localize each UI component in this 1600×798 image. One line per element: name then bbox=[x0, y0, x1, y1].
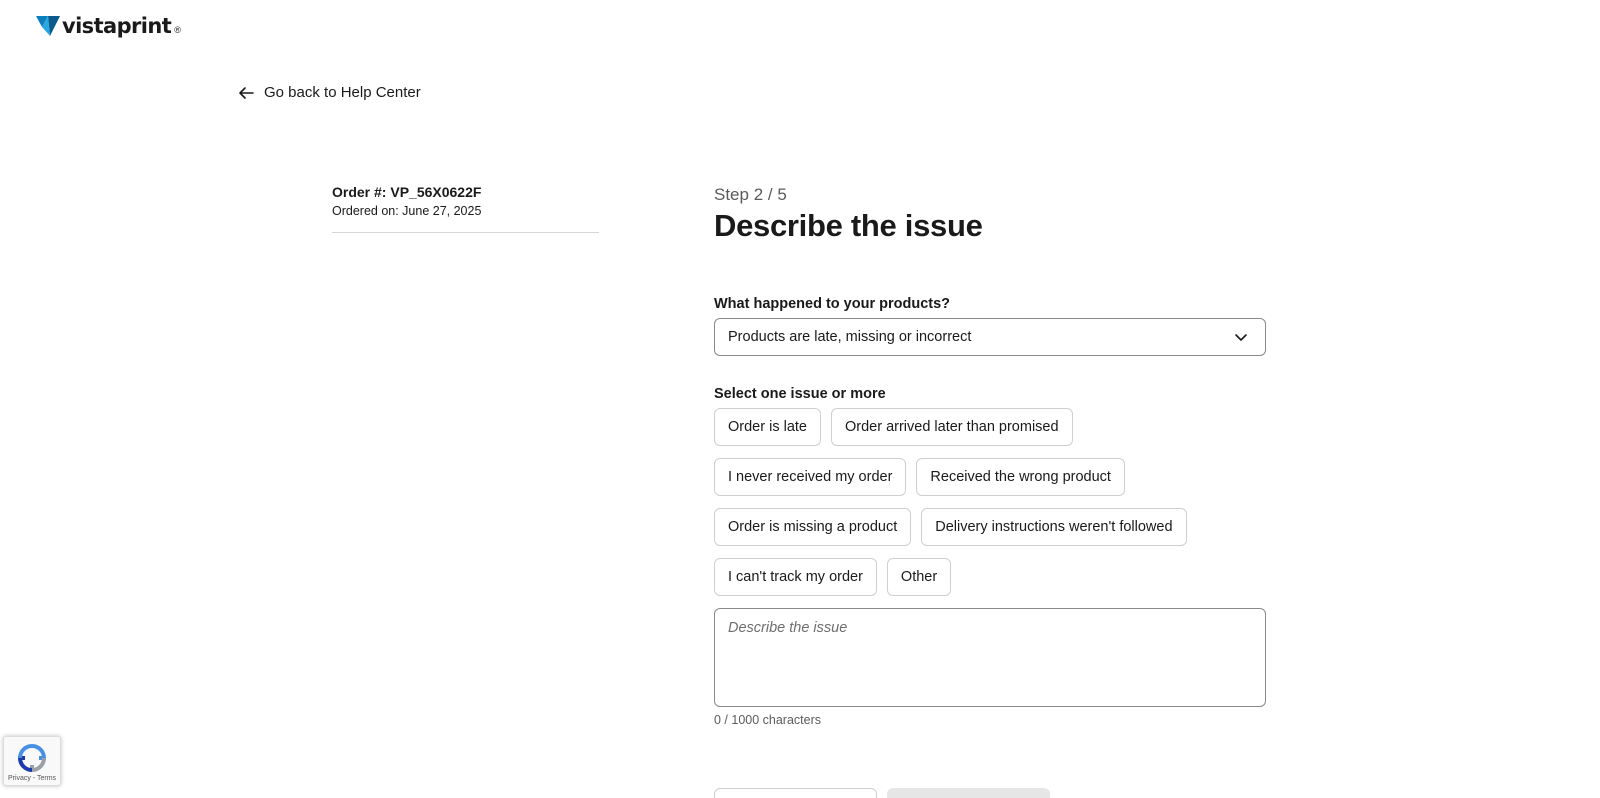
issues-label: Select one issue or more bbox=[714, 386, 886, 402]
products-issue-selected-value: Products are late, missing or incorrect bbox=[728, 329, 972, 345]
order-date: Ordered on: June 27, 2025 bbox=[332, 204, 482, 218]
recaptcha-privacy-terms[interactable]: Privacy - Terms bbox=[8, 775, 56, 782]
issue-description-textarea[interactable]: Describe the issue bbox=[714, 608, 1266, 707]
order-summary: Order #: VP_56X0622F Ordered on: June 27… bbox=[332, 184, 599, 233]
issue-chip-arrived-later[interactable]: Order arrived later than promised bbox=[830, 408, 1073, 446]
next-button[interactable] bbox=[887, 788, 1050, 798]
issue-chip-cant-track[interactable]: I can't track my order bbox=[714, 558, 877, 596]
issue-chip-other[interactable]: Other bbox=[886, 558, 952, 596]
issue-chip-missing-product[interactable]: Order is missing a product bbox=[714, 508, 912, 546]
page-title: Describe the issue bbox=[714, 208, 983, 243]
logo-text: vistaprint bbox=[62, 14, 172, 38]
form-actions bbox=[714, 788, 1050, 798]
recaptcha-icon bbox=[17, 744, 47, 773]
issue-chip-delivery-instructions[interactable]: Delivery instructions weren't followed bbox=[921, 508, 1187, 546]
back-to-help-center-link[interactable]: Go back to Help Center bbox=[238, 84, 421, 101]
character-count: 0 / 1000 characters bbox=[714, 713, 822, 727]
products-question-label: What happened to your products? bbox=[714, 296, 951, 312]
page: vistaprint ® Go back to Help Center Orde… bbox=[0, 0, 1600, 798]
arrow-left-icon bbox=[239, 86, 254, 99]
issue-chip-wrong-product[interactable]: Received the wrong product bbox=[916, 458, 1125, 496]
issue-chip-row: Order is missing a product Delivery inst… bbox=[714, 508, 1187, 546]
logo-registered-mark: ® bbox=[174, 25, 181, 35]
issue-chip-row: I never received my order Received the w… bbox=[714, 458, 1125, 496]
step-indicator: Step 2 / 5 bbox=[714, 185, 787, 204]
order-number: Order #: VP_56X0622F bbox=[332, 184, 482, 200]
back-link-label: Go back to Help Center bbox=[264, 84, 421, 101]
issue-description-placeholder: Describe the issue bbox=[728, 620, 848, 636]
issue-chip-never-received[interactable]: I never received my order bbox=[714, 458, 907, 496]
issue-chip-row: Order is late Order arrived later than p… bbox=[714, 408, 1073, 446]
back-button[interactable] bbox=[714, 788, 877, 798]
vistaprint-logo-icon bbox=[36, 16, 60, 36]
recaptcha-badge[interactable]: Privacy - Terms bbox=[3, 736, 61, 786]
issue-chip-row: I can't track my order Other bbox=[714, 558, 952, 596]
products-issue-select[interactable]: Products are late, missing or incorrect bbox=[714, 318, 1266, 356]
vistaprint-logo[interactable]: vistaprint ® bbox=[36, 12, 181, 40]
issue-chip-order-late[interactable]: Order is late bbox=[714, 408, 821, 446]
issue-form: Step 2 / 5 Describe the issue What happe… bbox=[714, 184, 1268, 798]
chevron-down-icon bbox=[1235, 334, 1247, 341]
